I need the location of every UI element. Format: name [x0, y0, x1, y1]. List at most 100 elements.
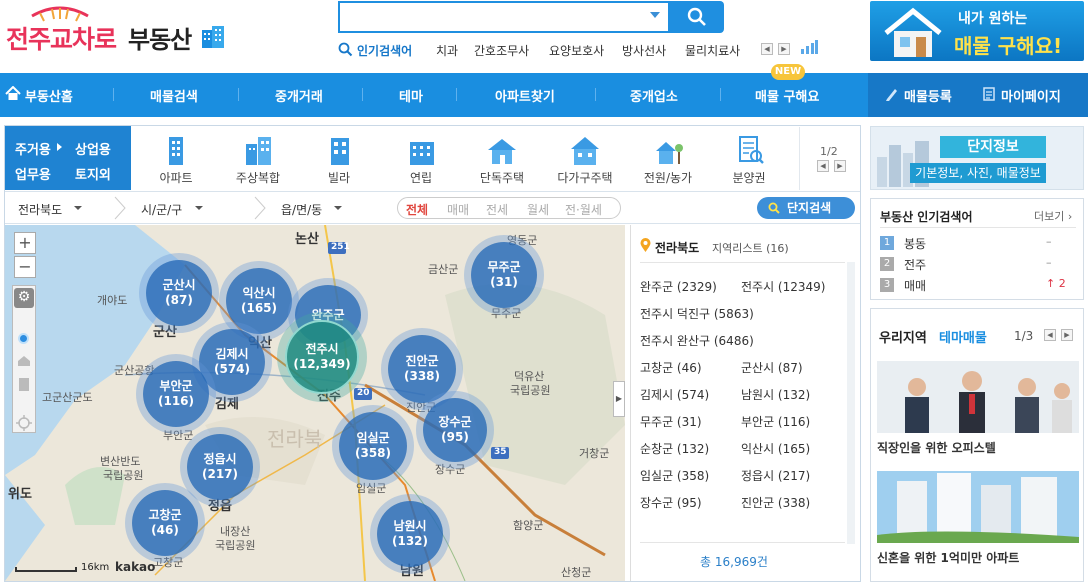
map-view[interactable]: 251 20 35 논산 영동군 금산군 무주군 개야도 군산 익산 군산공항 …	[5, 225, 625, 581]
list-item[interactable]: 김제시 (574)	[640, 386, 709, 403]
city-select[interactable]: 시/군/구	[141, 201, 182, 218]
multi-family-icon[interactable]	[569, 134, 601, 166]
map-cluster-imsil[interactable]: 임실군 (358)	[339, 412, 407, 480]
popular-keyword-link[interactable]: 방사선사	[622, 42, 666, 59]
type-country-label[interactable]: 전원/농가	[633, 169, 703, 186]
map-cluster-gunsan[interactable]: 군산시 (87)	[146, 260, 212, 326]
map-cluster-iksan[interactable]: 익산시 (165)	[226, 268, 292, 334]
list-item[interactable]: 전주시 완산구 (6486)	[640, 332, 754, 349]
list-item[interactable]: 무주군 (31)	[640, 413, 702, 430]
town-select[interactable]: 읍/면/동	[281, 201, 322, 218]
list-item[interactable]: 전주시 덕진구 (5863)	[640, 305, 754, 322]
building-layer-icon[interactable]	[17, 377, 31, 391]
list-item[interactable]: 익산시 (165)	[741, 440, 810, 457]
list-item[interactable]: 남원시 (132)	[741, 386, 810, 403]
detached-house-icon[interactable]	[486, 134, 518, 166]
usage-land[interactable]: 토지외	[75, 164, 111, 183]
map-cluster-gochang[interactable]: 고창군 (46)	[132, 490, 198, 556]
house-layer-icon[interactable]	[17, 355, 31, 367]
popular-keyword-link[interactable]: 물리치료사	[685, 42, 740, 59]
nav-mypage[interactable]: 마이페이지	[1001, 86, 1061, 105]
type-prev-button[interactable]: ◀	[817, 160, 829, 172]
gear-icon[interactable]: ⚙	[14, 288, 34, 308]
type-next-button[interactable]: ▶	[834, 160, 846, 172]
keyword-prev-button[interactable]: ◀	[761, 43, 773, 55]
map-cluster-jangsu[interactable]: 장수군 (95)	[423, 398, 487, 462]
list-item[interactable]: 고창군 (46)	[640, 359, 702, 376]
search-button[interactable]	[670, 1, 724, 33]
usage-office[interactable]: 업무용	[15, 164, 51, 183]
type-presale-label[interactable]: 분양권	[714, 169, 784, 186]
list-item[interactable]: 장수군 (95)	[640, 494, 702, 511]
nav-wanted-listing[interactable]: 매물 구해요	[755, 86, 819, 105]
list-item[interactable]: 부안군 (116)	[741, 413, 810, 430]
list-item[interactable]: 군산시 (87)	[741, 359, 803, 376]
search-input[interactable]	[338, 1, 670, 33]
type-mixed-use-label[interactable]: 주상복합	[223, 169, 293, 186]
type-multi-family-label[interactable]: 다가구주택	[550, 169, 620, 186]
list-item[interactable]: 전주시 (12349)	[741, 278, 825, 295]
search-dropdown-icon[interactable]	[650, 12, 660, 18]
list-scrollbar[interactable]	[847, 262, 855, 544]
usage-residential[interactable]: 주거용	[15, 139, 51, 158]
nav-register-listing[interactable]: 매물등록	[904, 86, 952, 105]
popular-keyword-link[interactable]: 봉동	[904, 235, 926, 252]
popular-keyword-link[interactable]: 치과	[436, 42, 458, 59]
zoom-out-button[interactable]: −	[14, 256, 36, 278]
popular-keyword-link[interactable]: 전주	[904, 256, 926, 273]
theme-prev-button[interactable]: ◀	[1044, 329, 1056, 341]
map-cluster-jeonju[interactable]: 전주시 (12,349)	[285, 320, 359, 394]
nav-apartment-finder[interactable]: 아파트찾기	[495, 86, 555, 105]
theme-next-button[interactable]: ▶	[1061, 329, 1073, 341]
usage-commercial[interactable]: 상업용	[75, 139, 111, 158]
theme-item-caption[interactable]: 신혼을 위한 1억미만 아파트	[877, 549, 1019, 566]
nav-realestate-home[interactable]: 부동산홈	[25, 86, 73, 105]
nav-theme[interactable]: 테마	[399, 86, 423, 105]
list-item[interactable]: 진안군 (338)	[741, 494, 810, 511]
deal-sale[interactable]: 매매	[447, 201, 469, 218]
map-layer-radio[interactable]	[18, 333, 29, 344]
list-item[interactable]: 정읍시 (217)	[741, 467, 810, 484]
type-apartment-label[interactable]: 아파트	[141, 169, 211, 186]
apartment-thumbnail[interactable]	[877, 471, 1079, 543]
theme-item-caption[interactable]: 직장인을 위한 오피스텔	[877, 439, 996, 456]
presale-right-icon[interactable]	[734, 134, 766, 166]
list-item[interactable]: 임실군 (358)	[640, 467, 709, 484]
map-cluster-buan[interactable]: 부안군 (116)	[143, 361, 209, 427]
province-select[interactable]: 전라북도	[18, 201, 62, 218]
map-cluster-jinan[interactable]: 진안군 (338)	[388, 335, 456, 403]
nav-brokerage[interactable]: 중개거래	[275, 86, 323, 105]
office-people-thumbnail[interactable]	[877, 361, 1079, 433]
apartment-icon[interactable]	[160, 134, 192, 166]
row-house-icon[interactable]	[406, 134, 438, 166]
collapse-list-button[interactable]: ▶	[613, 381, 625, 417]
list-item[interactable]: 순창군 (132)	[640, 440, 709, 457]
type-detached-label[interactable]: 단독주택	[467, 169, 537, 186]
list-item[interactable]: 완주군 (2329)	[640, 278, 717, 295]
deal-all[interactable]: 전체	[406, 201, 428, 218]
crosshair-icon[interactable]	[16, 415, 32, 431]
mixed-use-icon[interactable]	[243, 134, 275, 166]
popular-keyword-link[interactable]: 요양보호사	[549, 42, 604, 59]
popular-keyword-link[interactable]: 매매	[904, 277, 926, 294]
complex-search-button[interactable]: 단지검색	[757, 197, 855, 219]
popular-more-link[interactable]: 더보기 ›	[1034, 208, 1072, 224]
keyword-next-button[interactable]: ▶	[778, 43, 790, 55]
nav-agencies[interactable]: 중개업소	[630, 86, 678, 105]
site-logo[interactable]: 전주교차로	[6, 20, 117, 56]
popular-keyword-link[interactable]: 간호조무사	[474, 42, 529, 59]
villa-icon[interactable]	[324, 134, 356, 166]
zoom-in-button[interactable]: +	[14, 232, 36, 254]
rank-chart-icon[interactable]	[800, 40, 818, 54]
deal-jeonse[interactable]: 전세	[486, 201, 508, 218]
map-cluster-namwon[interactable]: 남원시 (132)	[377, 501, 443, 567]
map-cluster-jeongeup[interactable]: 정읍시 (217)	[187, 434, 253, 500]
country-house-icon[interactable]	[652, 134, 684, 166]
type-villa-label[interactable]: 빌라	[304, 169, 374, 186]
map-cluster-muju[interactable]: 무주군 (31)	[471, 242, 537, 308]
deal-monthly[interactable]: 월세	[527, 201, 549, 218]
type-row-house-label[interactable]: 연립	[386, 169, 456, 186]
nav-listing-search[interactable]: 매물검색	[150, 86, 198, 105]
deal-jeonse-monthly[interactable]: 전·월세	[565, 201, 602, 218]
map-cluster-gimje[interactable]: 김제시 (574)	[199, 329, 265, 395]
